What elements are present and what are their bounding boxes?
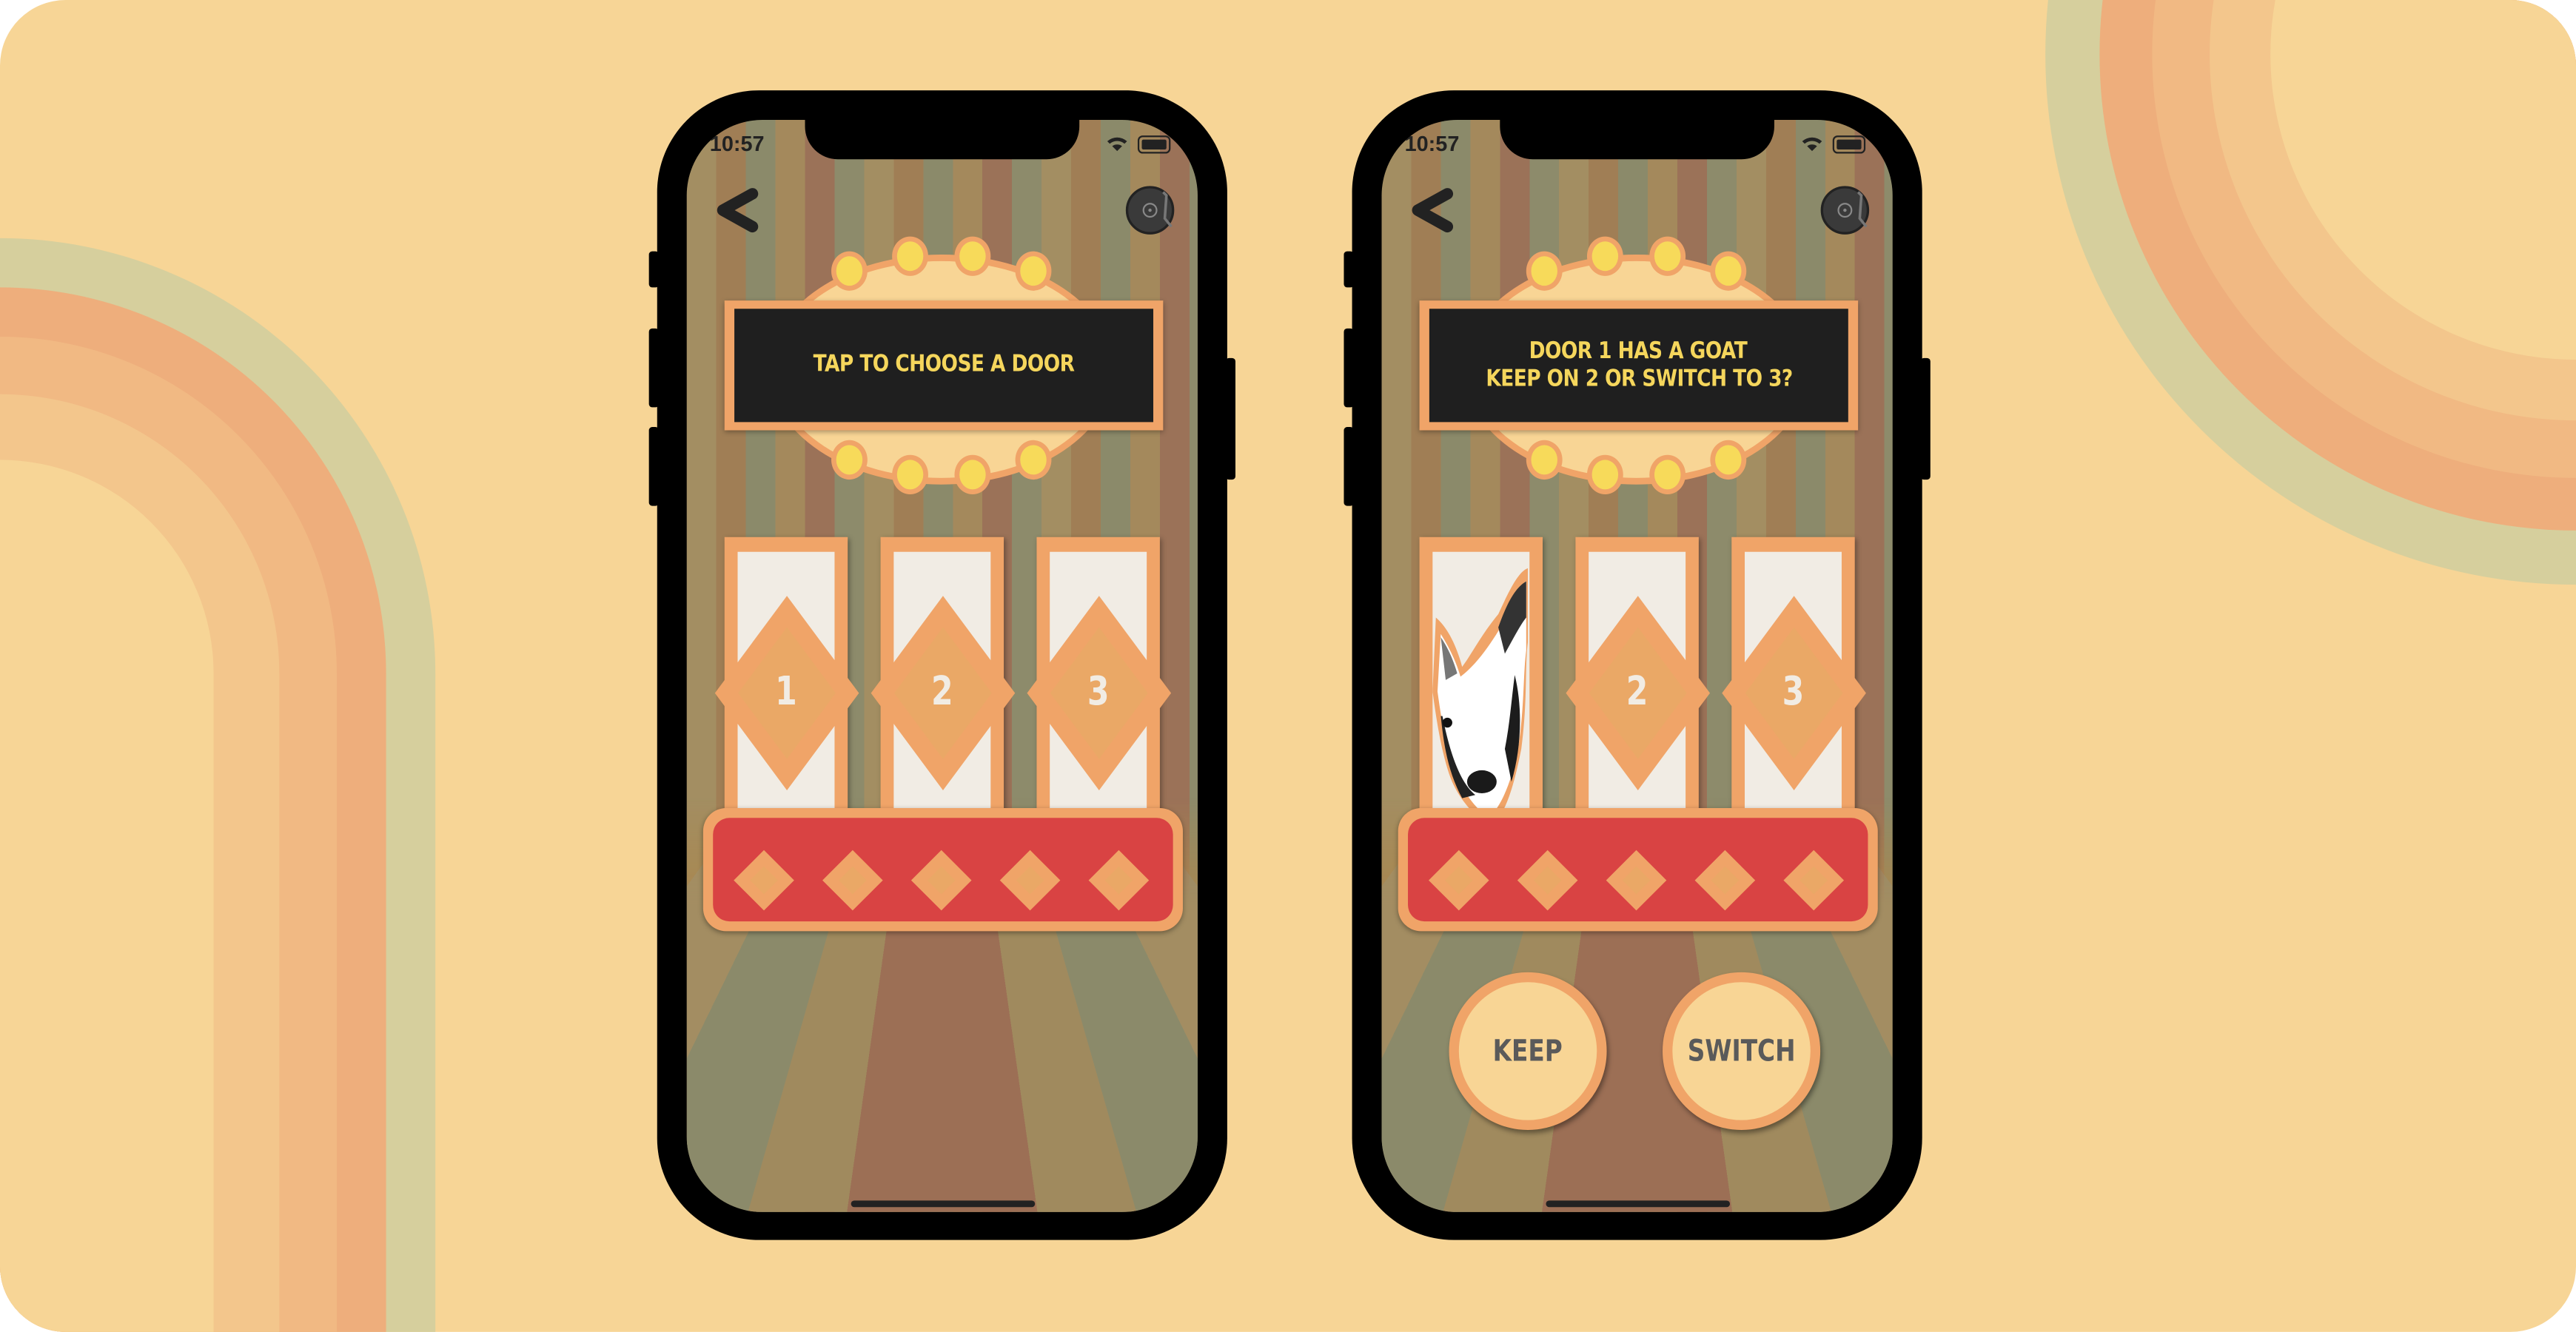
notch [805, 120, 1080, 160]
diamond-ornament [822, 850, 883, 911]
keep-button[interactable]: KEEP [1449, 972, 1607, 1130]
status-time: 10:57 [709, 131, 765, 156]
notch [1500, 120, 1774, 160]
stage-base [702, 807, 1183, 932]
phone-choose-door: 10:57 TAP TO CHOOSE A DOOR 1 2 3 [648, 90, 1235, 1240]
door-3[interactable]: 3 [1721, 536, 1865, 821]
switch-button[interactable]: SWITCH [1663, 972, 1821, 1130]
marquee-light [1526, 251, 1563, 291]
marquee-light [1710, 440, 1747, 480]
switch-label: SWITCH [1687, 1034, 1796, 1069]
door-number: 1 [775, 668, 797, 715]
app-screen: 10:57 TAP TO CHOOSE A DOOR 1 2 3 [686, 120, 1198, 1212]
marquee-light [1526, 440, 1563, 480]
wifi-battery-icon [1802, 135, 1866, 154]
door-number: 3 [1087, 668, 1110, 715]
door-number: 3 [1782, 668, 1805, 715]
door-1-goat [1419, 536, 1543, 821]
diamond-ornament [734, 850, 794, 911]
stage: 10:57 TAP TO CHOOSE A DOOR 1 2 3 10:57 D… [0, 0, 2576, 1332]
home-indicator[interactable] [851, 1200, 1036, 1208]
back-chevron-icon[interactable] [1405, 186, 1458, 235]
marquee-light [1015, 251, 1052, 291]
goat-image [1432, 568, 1529, 821]
diamond-ornament [1429, 850, 1489, 911]
marquee-light [831, 440, 868, 480]
keep-label: KEEP [1492, 1034, 1563, 1069]
door-number: 2 [1626, 668, 1648, 715]
diamond-ornament [910, 850, 972, 911]
door-3[interactable]: 3 [1026, 536, 1170, 821]
back-chevron-icon[interactable] [710, 186, 762, 235]
marquee-light [892, 236, 928, 276]
app-screen: 10:57 DOOR 1 HAS A GOAT KEEP ON 2 OR SWI… [1381, 120, 1893, 1212]
diamond-ornament [1783, 850, 1845, 911]
diamond-ornament [1606, 850, 1667, 911]
prompt-text-line-2: KEEP ON 2 OR SWITCH TO 3? [1485, 365, 1793, 392]
diamond-ornament [1088, 850, 1150, 911]
door-1[interactable]: 1 [714, 536, 859, 821]
door-number: 2 [930, 668, 953, 715]
prompt-text-line-1: DOOR 1 HAS A GOAT [1529, 337, 1748, 364]
stage-base [1398, 807, 1878, 932]
home-indicator[interactable] [1546, 1200, 1731, 1208]
prompt-sign: TAP TO CHOOSE A DOOR [724, 300, 1164, 431]
marquee-light [954, 236, 991, 276]
phone-keep-or-switch: 10:57 DOOR 1 HAS A GOAT KEEP ON 2 OR SWI… [1344, 90, 1931, 1240]
diamond-ornament [1517, 850, 1578, 911]
prompt-text: TAP TO CHOOSE A DOOR [813, 351, 1075, 378]
diamond-ornament [999, 850, 1061, 911]
record-player-icon[interactable] [1124, 182, 1179, 238]
marquee-light [1015, 440, 1052, 480]
wifi-battery-icon [1107, 135, 1171, 154]
marquee-light [954, 454, 991, 495]
marquee-light [892, 454, 928, 495]
background-card: 10:57 TAP TO CHOOSE A DOOR 1 2 3 10:57 D… [0, 0, 2576, 1332]
marquee-light [1586, 454, 1623, 495]
door-2[interactable]: 2 [870, 536, 1015, 821]
prompt-sign: DOOR 1 HAS A GOAT KEEP ON 2 OR SWITCH TO… [1419, 300, 1859, 431]
record-player-icon[interactable] [1819, 182, 1874, 238]
door-2[interactable]: 2 [1565, 536, 1709, 821]
marquee-light [1710, 251, 1747, 291]
diamond-ornament [1694, 850, 1756, 911]
marquee-light [1649, 236, 1686, 276]
marquee-light [1586, 236, 1623, 276]
marquee-light [1649, 454, 1686, 495]
status-time: 10:57 [1404, 131, 1460, 156]
marquee-light [831, 251, 868, 291]
